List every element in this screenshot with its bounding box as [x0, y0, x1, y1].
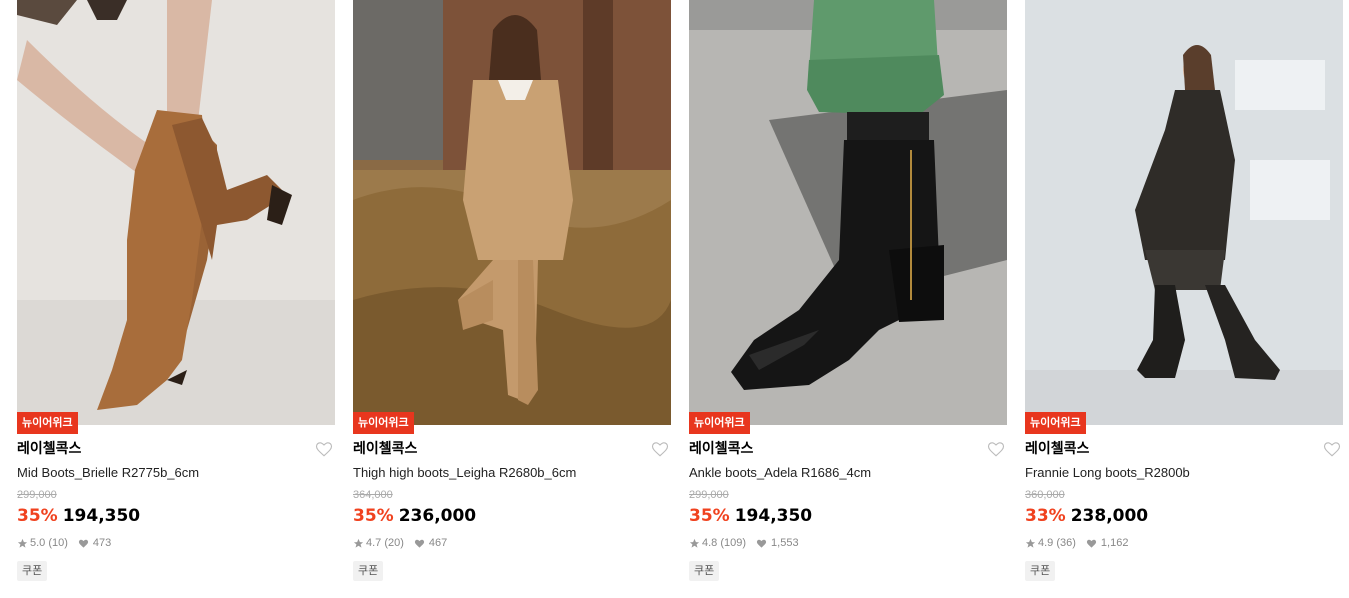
product-stats: 5.0 (10) 473	[17, 537, 111, 549]
heart-count-icon	[756, 539, 767, 548]
promo-tag: 뉴이어위크	[353, 412, 414, 434]
heart-icon[interactable]	[987, 440, 1005, 458]
sale-price-line: 35% 194,350	[689, 506, 812, 526]
coupon-badge: 쿠폰	[1025, 561, 1056, 581]
product-name[interactable]: Mid Boots_Brielle R2775b_6cm	[17, 464, 199, 481]
brand-name[interactable]: 레이첼콕스	[17, 440, 81, 458]
sale-price-line: 35% 236,000	[353, 506, 476, 526]
brand-name[interactable]: 레이첼콕스	[689, 440, 753, 458]
brand-name[interactable]: 레이첼콕스	[1025, 440, 1089, 458]
coupon-badge: 쿠폰	[17, 561, 48, 581]
product-grid: 뉴이어위크 레이첼콕스 Mid Boots_Brielle R2775b_6cm…	[0, 0, 1349, 598]
product-image[interactable]	[689, 0, 1007, 425]
product-image[interactable]	[1025, 0, 1343, 425]
heart-icon[interactable]	[1323, 440, 1341, 458]
promo-tag: 뉴이어위크	[1025, 412, 1086, 434]
rating-value: 4.7	[366, 537, 382, 549]
heart-count-icon	[1086, 539, 1097, 548]
sale-price: 236,000	[398, 506, 477, 526]
product-card[interactable]: 뉴이어위크 레이첼콕스 Thigh high boots_Leigha R268…	[353, 0, 671, 598]
product-name[interactable]: Thigh high boots_Leigha R2680b_6cm	[353, 464, 576, 481]
rating-value: 4.8	[702, 537, 718, 549]
sale-price: 194,350	[734, 506, 813, 526]
product-card[interactable]: 뉴이어위크 레이첼콕스 Ankle boots_Adela R1686_4cm …	[689, 0, 1007, 598]
product-card[interactable]: 뉴이어위크 레이첼콕스 Frannie Long boots_R2800b 36…	[1025, 0, 1343, 598]
product-image[interactable]	[17, 0, 335, 425]
discount-rate: 33%	[1025, 506, 1066, 526]
discount-rate: 35%	[353, 506, 394, 526]
original-price: 299,000	[17, 489, 57, 501]
like-count: 1,553	[771, 537, 799, 549]
original-price: 364,000	[353, 489, 393, 501]
review-count: (20)	[384, 537, 404, 549]
star-icon	[1025, 538, 1036, 548]
product-stats: 4.7 (20) 467	[353, 537, 447, 549]
coupon-badge: 쿠폰	[689, 561, 720, 581]
product-name[interactable]: Ankle boots_Adela R1686_4cm	[689, 464, 871, 481]
product-stats: 4.9 (36) 1,162	[1025, 537, 1128, 549]
like-count: 1,162	[1100, 537, 1129, 549]
star-icon	[353, 538, 364, 548]
review-count: (36)	[1056, 537, 1076, 549]
sale-price: 238,000	[1070, 506, 1149, 526]
star-icon	[17, 538, 28, 548]
product-name[interactable]: Frannie Long boots_R2800b	[1025, 464, 1190, 481]
heart-count-icon	[414, 539, 425, 548]
sale-price: 194,350	[62, 506, 141, 526]
original-price: 299,000	[689, 489, 729, 501]
sale-price-line: 33% 238,000	[1025, 506, 1148, 526]
product-card[interactable]: 뉴이어위크 레이첼콕스 Mid Boots_Brielle R2775b_6cm…	[17, 0, 335, 598]
heart-count-icon	[78, 539, 89, 548]
discount-rate: 35%	[689, 506, 730, 526]
coupon-badge: 쿠폰	[353, 561, 384, 581]
product-stats: 4.8 (109) 1,553	[689, 537, 799, 549]
review-count: (10)	[48, 537, 68, 549]
heart-icon[interactable]	[315, 440, 333, 458]
discount-rate: 35%	[17, 506, 58, 526]
sale-price-line: 35% 194,350	[17, 506, 140, 526]
like-count: 473	[92, 537, 112, 549]
promo-tag: 뉴이어위크	[17, 412, 78, 434]
rating-value: 5.0	[30, 537, 46, 549]
rating-value: 4.9	[1038, 537, 1054, 549]
review-count: (109)	[720, 537, 747, 549]
star-icon	[689, 538, 700, 548]
promo-tag: 뉴이어위크	[689, 412, 750, 434]
heart-icon[interactable]	[651, 440, 669, 458]
original-price: 360,000	[1025, 489, 1065, 501]
product-image[interactable]	[353, 0, 671, 425]
brand-name[interactable]: 레이첼콕스	[353, 440, 417, 458]
like-count: 467	[428, 537, 448, 549]
